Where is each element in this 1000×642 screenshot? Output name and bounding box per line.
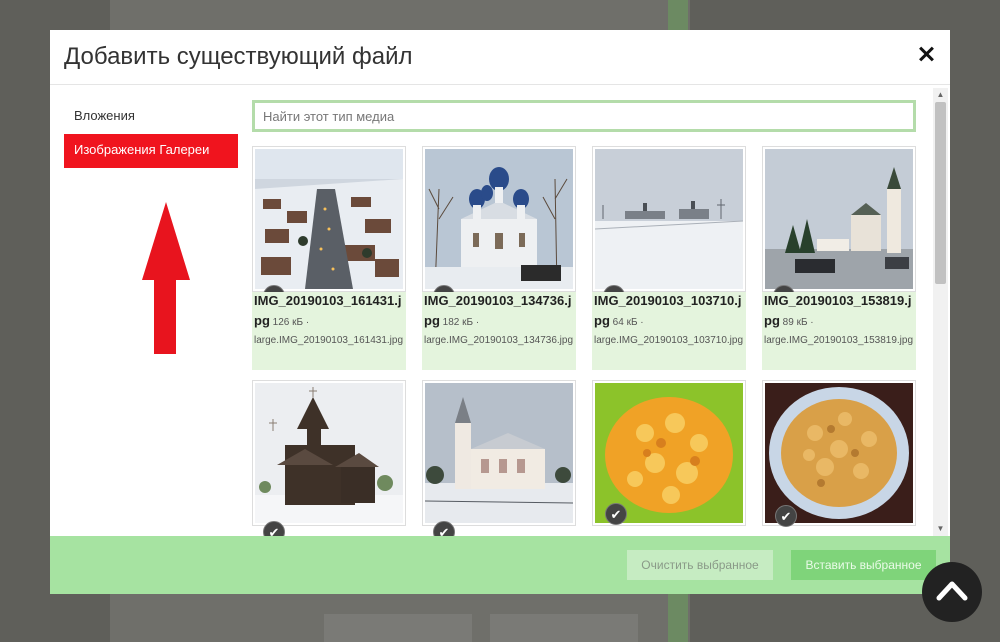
media-thumbnail: ✔ (422, 380, 576, 536)
background-card (490, 614, 638, 642)
cathedral-blue-domes-photo (425, 149, 573, 290)
modal-title: Добавить существующий файл (64, 43, 413, 70)
media-tile[interactable]: ✔ IMG_20190103_134736.jpg 182 кБ · large… (422, 146, 576, 370)
media-large-name: large.IMG_20190103_134736.jpg (424, 335, 574, 346)
media-large-name: large.IMG_20190103_103710.jpg (594, 335, 744, 346)
media-thumbnail: ✔ (252, 380, 406, 536)
modal-footer: Очистить выбранное Вставить выбранное (50, 536, 950, 594)
bell-tower-street-photo (765, 149, 913, 289)
media-tile[interactable]: ✔ (592, 380, 746, 526)
media-search-input[interactable] (252, 100, 916, 132)
white-church-winter-photo (424, 383, 574, 523)
media-size: 64 кБ · (612, 317, 644, 328)
red-arrow-annotation (142, 202, 190, 354)
modal-header: Добавить существующий файл (50, 30, 950, 85)
snowy-field-monastery-photo (594, 149, 744, 289)
media-size: 182 кБ · (442, 317, 480, 328)
media-thumbnail: ✔ (762, 380, 916, 527)
media-large-name: large.IMG_20190103_161431.jpg (254, 335, 404, 346)
chevron-up-icon (936, 581, 968, 601)
media-large-name: large.IMG_20190103_153819.jpg (764, 335, 914, 346)
checkmark-icon: ✔ (605, 503, 627, 525)
scroll-up-icon[interactable]: ▲ (933, 88, 948, 102)
media-browser: ✔ IMG_20190103_161431.jpg 126 кБ · large… (252, 100, 920, 536)
insert-selection-button[interactable]: Вставить выбранное (791, 550, 936, 580)
media-thumbnail: ✔ (252, 146, 406, 307)
media-caption: IMG_20190103_103710.jpg 64 кБ · large.IM… (592, 292, 746, 370)
media-caption: IMG_20190103_134736.jpg 182 кБ · large.I… (422, 292, 576, 370)
sidebar-item-gallery-images[interactable]: Изображения Галереи (64, 134, 238, 168)
media-tile[interactable]: ✔ (422, 380, 576, 536)
scrollbar-thumb[interactable] (935, 102, 946, 284)
media-thumbnail: ✔ (592, 146, 746, 307)
media-scrollbar[interactable]: ▲ ▼ (933, 88, 948, 536)
media-tile[interactable]: ✔ IMG_20190103_103710.jpg 64 кБ · large.… (592, 146, 746, 370)
media-size: 89 кБ · (782, 317, 814, 328)
media-type-sidebar: Вложения Изображения Галереи (64, 100, 238, 168)
media-caption: IMG_20190103_161431.jpg 126 кБ · large.I… (252, 292, 406, 370)
media-thumbnail: ✔ (422, 146, 576, 307)
checkmark-icon: ✔ (775, 505, 797, 527)
media-tile[interactable]: ✔ IMG_20190103_161431.jpg 126 кБ · large… (252, 146, 406, 370)
clear-selection-button[interactable]: Очистить выбранное (627, 550, 773, 580)
media-tile[interactable]: ✔ IMG_20190103_153819.jpg 89 кБ · large.… (762, 146, 916, 370)
checkmark-icon: ✔ (433, 521, 455, 536)
winter-town-aerial-photo (255, 149, 403, 289)
media-caption: IMG_20190103_153819.jpg 89 кБ · large.IM… (762, 292, 916, 370)
background-card (324, 614, 472, 642)
scroll-down-icon[interactable]: ▼ (933, 522, 948, 536)
baked-dish-green-plate-photo (595, 383, 743, 523)
checkmark-icon: ✔ (263, 521, 285, 536)
media-tile[interactable]: ✔ (762, 380, 916, 527)
media-thumbnail: ✔ (592, 380, 746, 526)
sidebar-item-attachments[interactable]: Вложения (64, 100, 238, 134)
media-size: 126 кБ · (272, 317, 310, 328)
media-thumbnail: ✔ (762, 146, 916, 307)
add-existing-file-modal: Добавить существующий файл Вложения Изоб… (50, 30, 950, 594)
wooden-church-photo (255, 383, 403, 523)
pasta-plate-photo (765, 383, 913, 523)
scroll-to-top-button[interactable] (922, 562, 982, 622)
media-tile[interactable]: ✔ (252, 380, 406, 536)
close-icon[interactable] (916, 42, 936, 66)
